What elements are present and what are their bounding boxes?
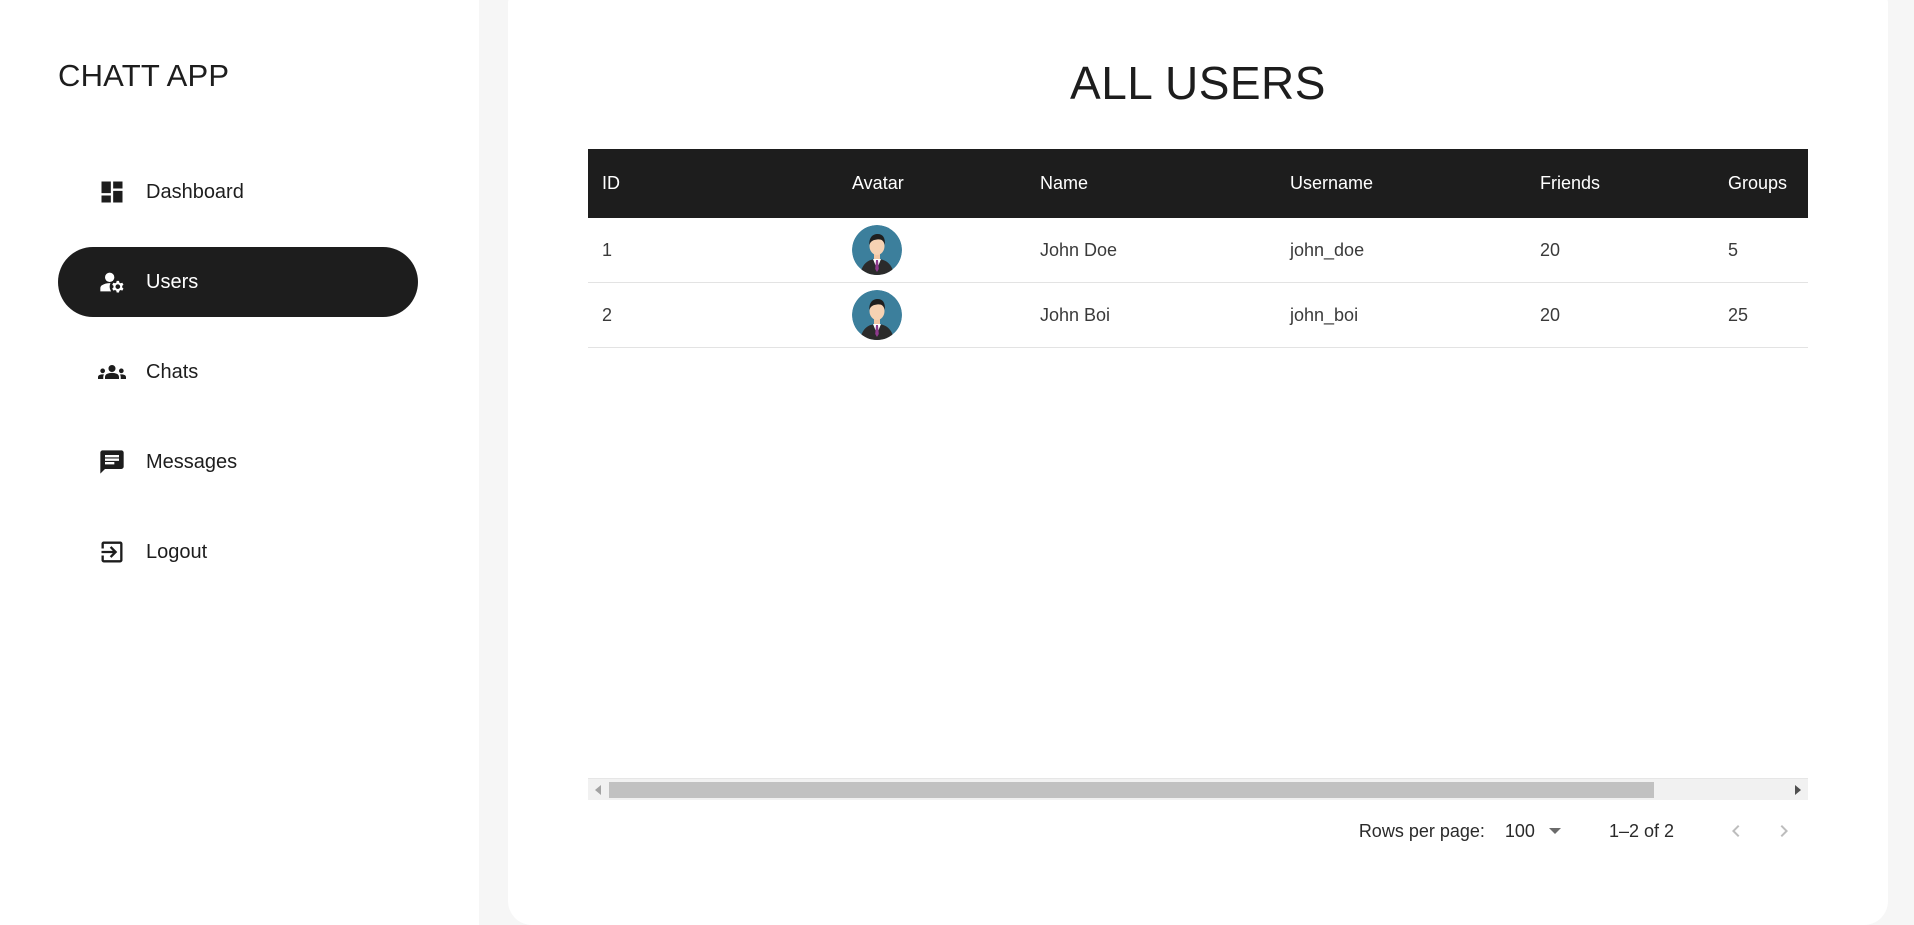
sidebar-item-label: Dashboard — [146, 180, 244, 203]
message-icon — [98, 448, 126, 476]
horizontal-scrollbar[interactable] — [588, 778, 1808, 800]
sidebar-item-dashboard[interactable]: Dashboard — [58, 157, 418, 227]
users-table: ID Avatar Name Username Friends Groups 1 — [588, 149, 1808, 348]
pagination-range: 1–2 of 2 — [1608, 820, 1674, 841]
table-row[interactable]: 2 John Boi john_boi 20 25 — [588, 283, 1808, 348]
scroll-right-arrow-icon[interactable] — [1788, 779, 1808, 801]
column-header-avatar[interactable]: Avatar — [838, 173, 1026, 194]
rows-per-page-value: 100 — [1504, 820, 1535, 841]
cell-groups: 5 — [1728, 239, 1739, 260]
sidebar-item-label: Chats — [146, 360, 199, 383]
cell-username: john_boi — [1290, 304, 1359, 325]
sidebar-item-messages[interactable]: Messages — [58, 427, 418, 497]
column-header-id[interactable]: ID — [588, 173, 838, 194]
user-avatar-icon — [852, 290, 902, 340]
group-icon — [98, 358, 126, 386]
chevron-right-icon — [1780, 825, 1788, 837]
page-title: ALL USERS — [1070, 57, 1326, 109]
chevron-left-icon — [1732, 825, 1740, 837]
table-header: ID Avatar Name Username Friends Groups — [588, 149, 1808, 218]
caret-down-icon — [1548, 828, 1561, 834]
main-panel: ALL USERS ID Avatar Name Username Friend… — [508, 0, 1888, 925]
app-brand: CHATT APP — [58, 58, 230, 93]
table-row[interactable]: 1 John Doe john_doe 20 5 — [588, 218, 1808, 283]
sidebar-item-logout[interactable]: Logout — [58, 517, 418, 587]
scrollbar-thumb[interactable] — [609, 782, 1654, 798]
cell-username: john_doe — [1290, 239, 1365, 260]
cell-id: 1 — [602, 239, 613, 260]
dashboard-icon — [98, 178, 126, 206]
sidebar-item-chats[interactable]: Chats — [58, 337, 418, 407]
column-header-username[interactable]: Username — [1276, 173, 1526, 194]
sidebar: CHATT APP Dashboard Users Chats Messages… — [0, 0, 479, 925]
table-pagination: Rows per page: 100 1–2 of 2 — [588, 800, 1808, 862]
cell-friends: 20 — [1540, 239, 1561, 260]
cell-name: John Boi — [1040, 304, 1111, 325]
next-page-button[interactable] — [1760, 807, 1808, 855]
column-header-friends[interactable]: Friends — [1526, 173, 1714, 194]
logout-icon — [98, 538, 126, 566]
cell-id: 2 — [602, 304, 613, 325]
cell-friends: 20 — [1540, 304, 1561, 325]
cell-name: John Doe — [1040, 239, 1118, 260]
sidebar-item-label: Messages — [146, 450, 238, 473]
sidebar-item-label: Users — [146, 270, 199, 293]
rows-per-page-select[interactable]: 100 — [1505, 821, 1561, 842]
cell-avatar — [838, 290, 1026, 340]
sidebar-item-users[interactable]: Users — [58, 247, 418, 317]
column-header-name[interactable]: Name — [1026, 173, 1276, 194]
cell-avatar — [838, 225, 1026, 275]
sidebar-item-label: Logout — [146, 540, 208, 563]
previous-page-button[interactable] — [1712, 807, 1760, 855]
scroll-left-arrow-icon[interactable] — [588, 779, 608, 801]
cell-groups: 25 — [1728, 304, 1749, 325]
user-settings-icon — [98, 268, 126, 296]
column-header-groups[interactable]: Groups — [1714, 173, 1808, 194]
rows-per-page-label: Rows per page: — [1358, 820, 1485, 841]
user-avatar-icon — [852, 225, 902, 275]
